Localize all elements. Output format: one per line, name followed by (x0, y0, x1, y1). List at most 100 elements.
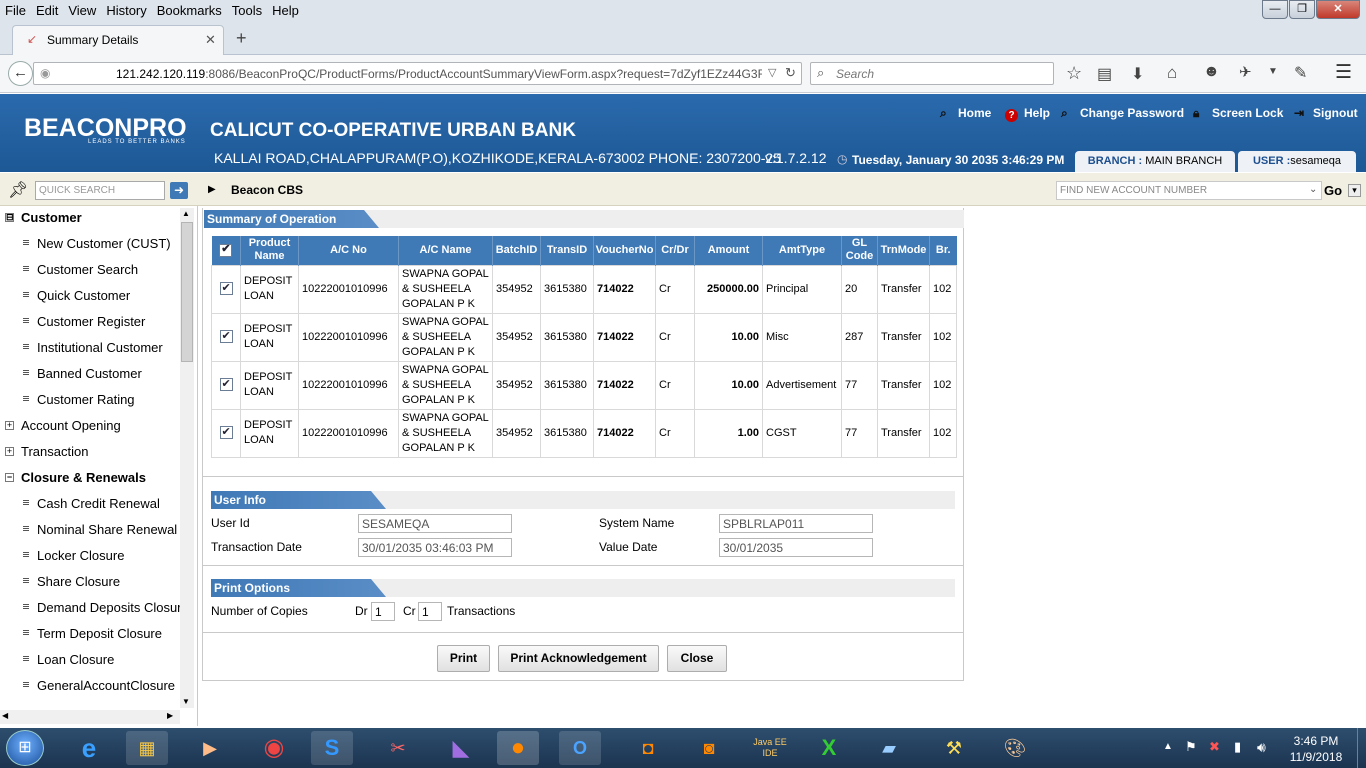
sidebar-item[interactable]: Nominal Share Renewal (0, 517, 180, 543)
scrollbar-thumb[interactable] (181, 222, 193, 362)
sidebar-item[interactable]: Customer Search (0, 257, 180, 283)
start-button[interactable]: ⊞ (6, 730, 44, 766)
sidebar-item[interactable]: Quick Customer (0, 283, 180, 309)
find-account-input[interactable]: FIND NEW ACCOUNT NUMBER (1056, 181, 1322, 200)
tools-icon[interactable]: ⚒ (933, 731, 975, 765)
menu-help[interactable]: Help (267, 0, 304, 22)
row-checkbox[interactable] (219, 377, 233, 392)
browser-search-box[interactable]: ⌕ Search (810, 62, 1054, 85)
action-center-icon[interactable]: ⚑ (1185, 739, 1197, 755)
table-row[interactable]: DEPOSIT LOAN10222001010996SWAPNA GOPAL &… (211, 312, 957, 362)
show-hidden-icons-icon[interactable]: ▲ (1163, 741, 1173, 752)
sidebar-item[interactable]: New Customer (CUST) (0, 231, 180, 257)
row-checkbox[interactable] (219, 329, 233, 344)
dropdown-arrow-icon[interactable]: ▽ (768, 66, 776, 79)
minimize-button[interactable]: — (1262, 0, 1288, 19)
sidebar-item[interactable]: Demand Deposits Closure (0, 595, 180, 621)
sidebar-item[interactable]: + Transaction (0, 439, 180, 465)
bookmark-star-icon[interactable]: ☆ (1066, 63, 1082, 84)
media-player-icon[interactable]: ▶ (189, 731, 231, 765)
screen-lock-link[interactable]: Screen Lock (1212, 106, 1283, 120)
firefox-icon[interactable]: ● (497, 731, 539, 765)
chevron-down-icon[interactable]: ▼ (1268, 66, 1278, 77)
sidebar-item[interactable]: + Account Opening (0, 413, 180, 439)
internet-explorer-icon[interactable]: e (68, 731, 110, 765)
table-row[interactable]: DEPOSIT LOAN10222001010996SWAPNA GOPAL &… (211, 264, 957, 314)
dr-copies-input[interactable]: 1 (371, 602, 395, 621)
go-button[interactable]: Go (1324, 183, 1342, 198)
scroll-down-icon[interactable]: ▼ (182, 697, 190, 706)
value-date-field[interactable]: 30/01/2035 (719, 538, 873, 557)
outlook-icon[interactable]: O (559, 731, 601, 765)
quick-search-input[interactable]: QUICK SEARCH (35, 181, 165, 200)
paint-icon[interactable]: 🎨︎ (994, 731, 1036, 765)
collapse-toolbar-icon[interactable]: ▾ (1348, 184, 1361, 197)
cr-copies-input[interactable]: 1 (418, 602, 442, 621)
find-account-dropdown-icon[interactable]: ⌄ (1309, 184, 1317, 195)
maximize-button[interactable]: ❐ (1289, 0, 1315, 19)
show-desktop-button[interactable] (1357, 728, 1366, 768)
hamburger-menu-icon[interactable]: ☰ (1335, 61, 1352, 84)
transaction-date-field[interactable]: 30/01/2035 03:46:03 PM (358, 538, 512, 557)
site-info-icon[interactable]: ◉ (40, 66, 50, 80)
sidebar-item[interactable]: − Closure & Renewals (0, 465, 180, 491)
sidebar-hscrollbar[interactable] (0, 710, 180, 724)
sidebar-item[interactable]: Term Deposit Closure (0, 621, 180, 647)
home-icon[interactable]: ⌂ (1167, 63, 1177, 83)
url-bar[interactable]: ◉ 121.242.120.119:8086/BeaconProQC/Produ… (33, 62, 802, 85)
menu-tools[interactable]: Tools (227, 0, 267, 22)
downloads-icon[interactable]: ⬇ (1131, 64, 1144, 84)
pin-icon[interactable]: 📌︎ (8, 180, 28, 200)
notes-icon[interactable]: ▰ (868, 731, 910, 765)
skype-icon[interactable]: S (311, 731, 353, 765)
home-link[interactable]: Home (958, 106, 991, 120)
help-link[interactable]: Help (1024, 106, 1050, 120)
taskbar-clock[interactable]: 3:46 PM 11/9/2018 (1283, 733, 1349, 765)
quick-search-go-icon[interactable]: ➜ (170, 182, 188, 199)
scroll-right-icon[interactable]: ▶ (167, 711, 173, 720)
chat-icon[interactable]: ☻ (1203, 63, 1220, 81)
scroll-up-icon[interactable]: ▲ (182, 209, 190, 218)
window-close-button[interactable]: ✕ (1316, 0, 1360, 19)
menu-view[interactable]: View (63, 0, 101, 22)
menu-edit[interactable]: Edit (31, 0, 63, 22)
sidebar-item[interactable]: GeneralAccountClosure (0, 673, 180, 699)
print-button[interactable]: Print (437, 645, 490, 672)
visual-studio-icon[interactable]: ◣ (440, 731, 482, 765)
menu-history[interactable]: History (101, 0, 151, 22)
select-all-checkbox[interactable] (219, 243, 233, 257)
chrome-icon[interactable]: ◉ (253, 731, 295, 765)
sidebar-item[interactable]: ⊟ Customer (0, 205, 180, 231)
snipping-tool-icon[interactable]: ✂ (377, 731, 419, 765)
sidebar-item[interactable]: Cash Credit Renewal (0, 491, 180, 517)
sync-icon[interactable]: ✎ (1294, 63, 1307, 83)
power-icon[interactable]: ▮ (1234, 739, 1241, 755)
row-checkbox[interactable] (219, 281, 233, 296)
menu-bookmarks[interactable]: Bookmarks (152, 0, 227, 22)
excel-icon[interactable]: X (808, 731, 850, 765)
table-row[interactable]: DEPOSIT LOAN10222001010996SWAPNA GOPAL &… (211, 360, 957, 410)
print-acknowledgement-button[interactable]: Print Acknowledgement (498, 645, 659, 672)
tab-summary-details[interactable]: ↙ Summary Details ✕ (12, 25, 224, 55)
sidebar-item[interactable]: Loan Closure (0, 647, 180, 673)
network-icon[interactable]: ✖ (1209, 739, 1220, 755)
change-password-link[interactable]: Change Password (1080, 106, 1184, 120)
system-name-field[interactable]: SPBLRLAP011 (719, 514, 873, 533)
camera-icon[interactable]: ◙ (688, 731, 730, 765)
sidebar-item[interactable]: Share Closure (0, 569, 180, 595)
screen-capture-icon[interactable]: ◘ (627, 731, 669, 765)
user-id-field[interactable]: SESAMEQA (358, 514, 512, 533)
java-ee-ide-icon[interactable]: Java EE IDE (749, 731, 791, 765)
sidebar-item[interactable]: Customer Register (0, 309, 180, 335)
sidebar-item[interactable]: Locker Closure (0, 543, 180, 569)
sidebar-item[interactable]: Customer Rating (0, 387, 180, 413)
table-row[interactable]: DEPOSIT LOAN10222001010996SWAPNA GOPAL &… (211, 408, 957, 458)
volume-icon[interactable]: 🔊︎ (1257, 739, 1266, 756)
reading-list-icon[interactable]: ▤ (1097, 64, 1112, 84)
signout-link[interactable]: Signout (1313, 106, 1358, 120)
sidebar-item[interactable]: Institutional Customer (0, 335, 180, 361)
file-explorer-icon[interactable]: ▦ (126, 731, 168, 765)
row-checkbox[interactable] (219, 425, 233, 440)
extension-icon[interactable]: ✈ (1239, 63, 1252, 81)
back-button[interactable]: ← (8, 61, 33, 86)
